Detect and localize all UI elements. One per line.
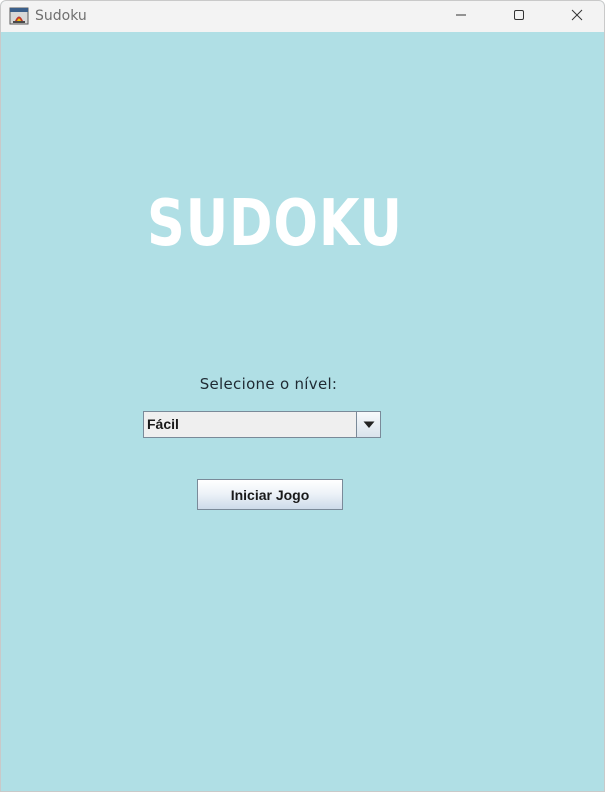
minimize-button[interactable] [438,1,484,29]
game-title: SUDOKU [147,187,403,261]
chevron-down-icon [363,421,374,428]
window-title: Sudoku [35,8,87,24]
minimize-icon [456,14,466,16]
app-window: Sudoku SUDOKU Selecione o nível: Fácil I… [0,0,605,792]
close-icon [571,9,583,21]
level-select-arrow-button[interactable] [356,412,380,437]
maximize-icon [514,10,524,20]
maximize-button[interactable] [496,1,542,29]
main-panel: SUDOKU Selecione o nível: Fácil Iniciar … [1,32,604,791]
java-app-icon[interactable] [9,6,29,26]
close-button[interactable] [554,1,600,29]
level-select-value: Fácil [147,416,179,432]
level-select[interactable]: Fácil [143,411,381,438]
level-label: Selecione o nível: [199,375,338,393]
start-game-button[interactable]: Iniciar Jogo [197,479,343,510]
title-bar[interactable]: Sudoku [1,1,604,32]
